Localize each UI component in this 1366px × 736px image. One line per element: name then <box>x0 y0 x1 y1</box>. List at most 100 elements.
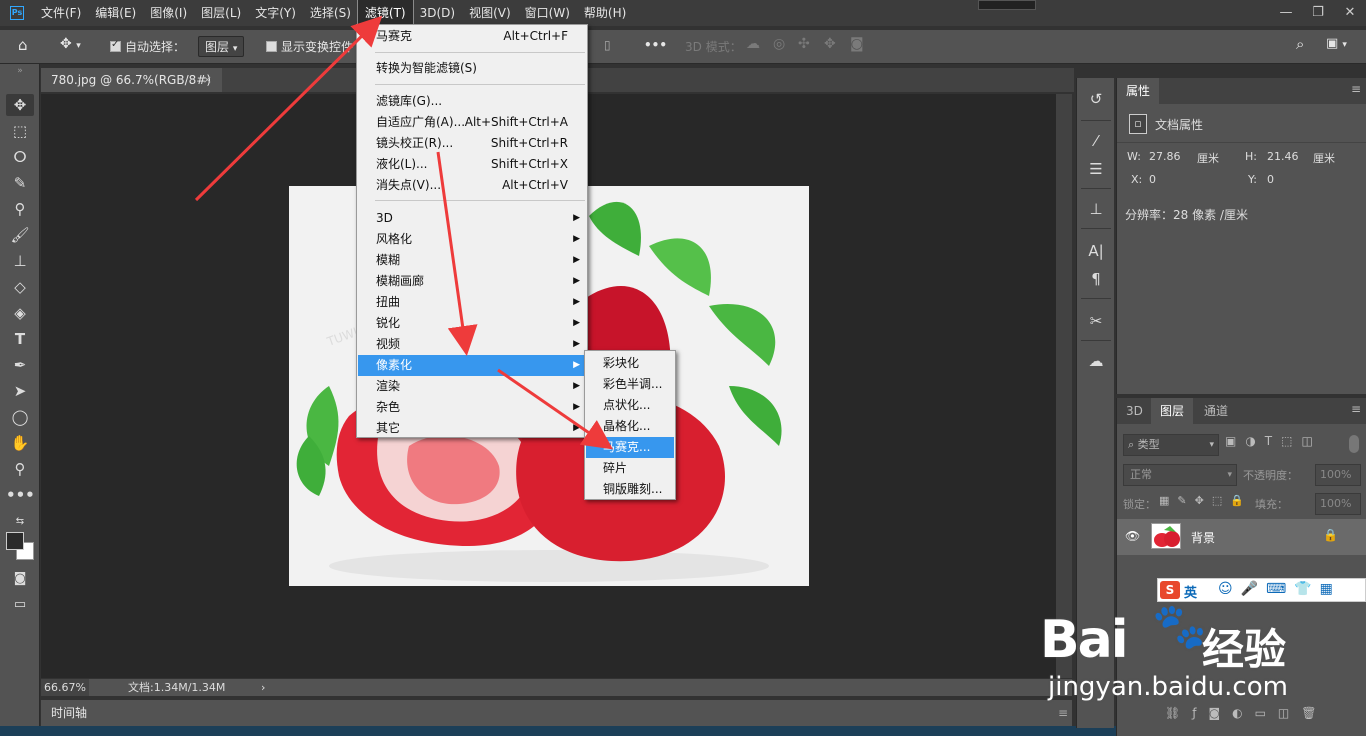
3d-roll-icon[interactable]: ◎ <box>773 36 785 52</box>
pixelate-item-fragment[interactable]: 碎片 <box>586 458 674 479</box>
blend-mode-dropdown[interactable]: 正常 ▾ <box>1123 464 1237 486</box>
filter-menu-item-render[interactable]: 渲染 ▶ <box>358 376 586 397</box>
filter-menu-item-lens-correction[interactable]: 镜头校正(R)... Shift+Ctrl+R <box>358 133 586 154</box>
pixelate-item-crystallize[interactable]: 晶格化... <box>586 416 674 437</box>
close-tab-icon[interactable]: × <box>203 68 212 92</box>
menu-window[interactable]: 窗口(W) <box>518 0 577 26</box>
panel-menu-icon[interactable]: ≡ <box>1351 82 1361 96</box>
tab-properties[interactable]: 属性 <box>1117 78 1160 104</box>
restore-button[interactable]: ❐ <box>1302 0 1334 26</box>
tab-layers[interactable]: 图层 <box>1151 398 1194 424</box>
tab-channels[interactable]: 通道 <box>1195 398 1237 424</box>
workspace-icon[interactable]: ▣ ▾ <box>1326 36 1347 51</box>
pixelate-item-pointillize[interactable]: 点状化... <box>586 395 674 416</box>
tools-icon[interactable]: ✂ <box>1083 310 1109 332</box>
opacity-input[interactable]: 100% <box>1315 464 1361 486</box>
ime-language[interactable]: 英 <box>1184 582 1197 601</box>
stamp-tool-icon[interactable]: ⊥ <box>6 250 34 272</box>
zoom-level[interactable]: 66.67% <box>41 679 89 696</box>
type-tool-icon[interactable]: T <box>6 328 34 350</box>
libraries-icon[interactable]: ☁ <box>1083 350 1109 372</box>
filter-menu-item-blur-gallery[interactable]: 模糊画廊 ▶ <box>358 271 586 292</box>
menu-image[interactable]: 图像(I) <box>143 0 194 26</box>
sogou-logo-icon[interactable]: S <box>1160 581 1180 599</box>
path-select-tool-icon[interactable]: ➤ <box>6 380 34 402</box>
more-options-icon[interactable]: ••• <box>644 38 667 52</box>
more-tools-icon[interactable]: ••• <box>6 484 35 506</box>
lasso-tool-icon[interactable]: ⵔ <box>6 146 34 168</box>
quick-mask-icon[interactable]: ◙ <box>6 568 34 590</box>
home-icon[interactable]: ⌂ <box>18 36 28 54</box>
height-value[interactable]: 21.46 <box>1267 150 1299 163</box>
marquee-tool-icon[interactable]: ⬚ <box>6 120 34 142</box>
filter-menu-item-blur[interactable]: 模糊 ▶ <box>358 250 586 271</box>
layer-filter-dropdown[interactable]: ⌕ 类型 ▾ <box>1123 434 1219 456</box>
auto-select-checkbox[interactable]: 自动选择： <box>110 38 185 55</box>
ellipse-tool-icon[interactable]: ◯ <box>6 406 34 428</box>
screen-mode-icon[interactable]: ▭ <box>6 594 34 616</box>
search-icon[interactable]: ⌕ <box>1296 35 1304 53</box>
history-icon[interactable]: ↺ <box>1083 88 1109 110</box>
brush-settings-icon[interactable]: ⁄ <box>1083 130 1109 152</box>
filter-menu-item-sharpen[interactable]: 锐化 ▶ <box>358 313 586 334</box>
clone-source-icon[interactable]: ⊥ <box>1083 198 1109 220</box>
filter-menu-item-filter-gallery[interactable]: 滤镜库(G)... <box>358 91 586 112</box>
3d-slide-icon[interactable]: ✥ <box>824 36 836 52</box>
filter-menu-item-pixelate[interactable]: 像素化 ▶ <box>358 355 586 376</box>
eyedropper-tool-icon[interactable]: ⚲ <box>6 198 34 220</box>
zoom-tool-icon[interactable]: ⚲ <box>6 458 34 480</box>
eraser-tool-icon[interactable]: ◇ <box>6 276 34 298</box>
filter-menu-item-distort[interactable]: 扭曲 ▶ <box>358 292 586 313</box>
close-button[interactable]: ✕ <box>1334 0 1366 26</box>
menu-filter[interactable]: 滤镜(T) <box>356 0 414 27</box>
y-value[interactable]: 0 <box>1267 173 1274 186</box>
filter-menu-item-convert-smart[interactable]: 转换为智能滤镜(S) <box>358 58 586 79</box>
paragraph-icon[interactable]: ¶ <box>1083 268 1109 290</box>
gradient-tool-icon[interactable]: ◈ <box>6 302 34 324</box>
3d-orbit-icon[interactable]: ☁ <box>746 36 760 52</box>
pixelate-item-mosaic[interactable]: 马赛克... <box>586 437 674 458</box>
menu-view[interactable]: 视图(V) <box>462 0 518 26</box>
filter-menu-item-other[interactable]: 其它 ▶ <box>358 418 586 439</box>
filter-menu-item-mosaic-last[interactable]: 马赛克 Alt+Ctrl+F <box>358 26 586 47</box>
filter-menu-item-noise[interactable]: 杂色 ▶ <box>358 397 586 418</box>
show-transform-checkbox[interactable]: 显示变换控件 <box>266 38 353 55</box>
menu-3d[interactable]: 3D(D) <box>413 0 462 26</box>
layers-menu-icon[interactable]: ≡ <box>1351 402 1361 416</box>
tab-3d[interactable]: 3D <box>1117 398 1152 424</box>
foreground-color-swatch[interactable] <box>6 532 24 550</box>
filter-menu-item-3d[interactable]: 3D ▶ <box>358 208 586 229</box>
menu-type[interactable]: 文字(Y) <box>248 0 303 26</box>
move-tool-icon[interactable]: ✥ ▾ <box>60 36 81 52</box>
ime-tool-icons[interactable]: ☺🎤⌨👕▦ <box>1218 581 1341 597</box>
menu-file[interactable]: 文件(F) <box>34 0 88 26</box>
distribute-icon[interactable]: ▯ <box>604 38 611 52</box>
width-value[interactable]: 27.86 <box>1149 150 1181 163</box>
pixelate-item-color-halftone[interactable]: 彩色半调... <box>586 374 674 395</box>
timeline-tab[interactable]: 时间轴 <box>51 706 87 720</box>
3d-pan-icon[interactable]: ✣ <box>798 36 810 52</box>
layer-filter-icons[interactable]: ▣◑T⬚◫ <box>1225 434 1322 448</box>
menu-select[interactable]: 选择(S) <box>303 0 358 26</box>
layer-row[interactable]: 👁 背景 🔒 <box>1117 519 1366 555</box>
filter-toggle[interactable] <box>1349 435 1359 453</box>
character-icon[interactable]: A| <box>1083 240 1109 262</box>
filter-menu-item-adaptive-wide[interactable]: 自适应广角(A)... Alt+Shift+Ctrl+A <box>358 112 586 133</box>
hand-tool-icon[interactable]: ✋ <box>6 432 34 454</box>
pixelate-item-facet[interactable]: 彩块化 <box>586 353 674 374</box>
vertical-scrollbar[interactable] <box>1056 94 1072 678</box>
layer-name[interactable]: 背景 <box>1191 529 1215 546</box>
status-menu-arrow[interactable]: › <box>261 679 265 696</box>
minimize-button[interactable]: — <box>1270 0 1302 26</box>
3d-scale-icon[interactable]: ◙ <box>850 36 864 52</box>
filter-menu-item-video[interactable]: 视频 ▶ <box>358 334 586 355</box>
menu-edit[interactable]: 编辑(E) <box>88 0 143 26</box>
adjustments-icon[interactable]: ☰ <box>1083 158 1109 180</box>
brush-tool-icon[interactable]: 🖌 <box>6 224 34 246</box>
menu-help[interactable]: 帮助(H) <box>577 0 633 26</box>
auto-select-dropdown[interactable]: 图层 ▾ <box>198 36 245 57</box>
menu-layer[interactable]: 图层(L) <box>194 0 248 26</box>
filter-menu-item-vanishing-point[interactable]: 消失点(V)... Alt+Ctrl+V <box>358 175 586 196</box>
filter-menu-item-stylize[interactable]: 风格化 ▶ <box>358 229 586 250</box>
pen-tool-icon[interactable]: ✒ <box>6 354 34 376</box>
